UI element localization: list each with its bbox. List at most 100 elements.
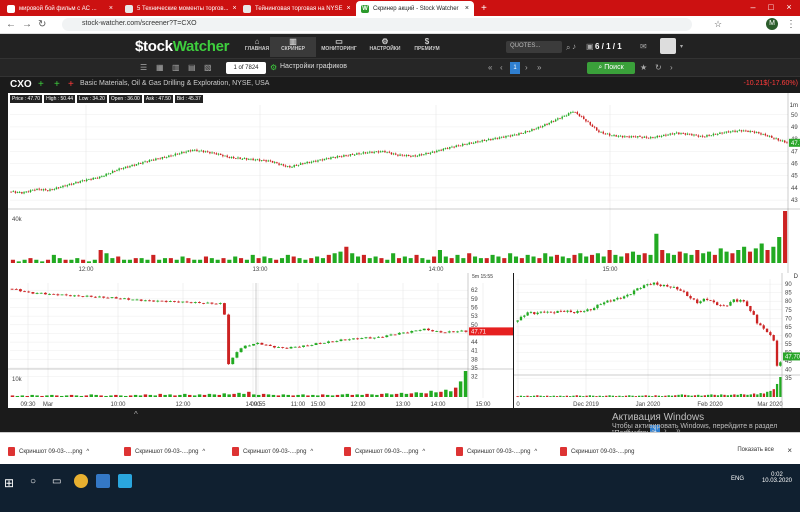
search-icon[interactable]: ⌕ — [566, 43, 570, 53]
browser-tab-3[interactable]: Тейнинговая торговая на NYSE × — [238, 1, 354, 16]
chrome-icon[interactable] — [74, 474, 88, 488]
candle-body — [137, 163, 140, 165]
mail-icon[interactable]: ✉ — [640, 42, 647, 51]
candle-body — [338, 156, 341, 157]
layout-icon[interactable]: ▧ — [204, 63, 212, 72]
volume-bar — [641, 395, 644, 397]
close-icon[interactable]: × — [347, 5, 351, 12]
next-page-icon[interactable]: › — [525, 63, 528, 72]
volume-bar — [765, 250, 770, 263]
search-icon[interactable]: ○ — [30, 476, 36, 487]
grid-view-icon[interactable]: ▦ — [156, 63, 164, 72]
volume-bar — [16, 261, 21, 263]
add-portfolio-icon[interactable]: + — [38, 79, 44, 90]
user-avatar[interactable] — [660, 38, 676, 54]
add-alert-icon[interactable]: + — [68, 79, 74, 90]
candle-body — [373, 151, 375, 153]
chart-daily-svg[interactable]: 3540455055606570758085900Dec 2019Jan 202… — [514, 273, 800, 408]
candle-body — [591, 124, 594, 127]
quotes-search-input[interactable]: QUOTES... — [506, 41, 562, 53]
add-watchlist-icon[interactable]: + — [54, 79, 60, 90]
chart-5m-svg[interactable]: 323538414447505356596209:30Mar10:0012:00… — [8, 273, 513, 408]
download-item[interactable]: Скриншот 09-03-....png ^ — [232, 447, 313, 456]
candle-body — [695, 134, 697, 136]
candle-body — [569, 310, 573, 313]
download-item[interactable]: Скриншот 09-03-....png ^ — [344, 447, 425, 456]
app-icon[interactable] — [118, 474, 132, 488]
candle-body — [191, 150, 194, 152]
window-close-icon[interactable]: × — [782, 2, 796, 12]
chart-5m-panel[interactable]: 5m 15:55 323538414447505356596209:30Mar1… — [8, 273, 513, 408]
taskbar-clock[interactable]: 0:02 10.03.2020 — [762, 472, 792, 484]
star-icon[interactable]: ★ — [640, 63, 647, 72]
close-icon[interactable]: × — [109, 5, 113, 12]
candle-body — [375, 151, 378, 153]
settings-gear-icon[interactable]: ⚙ — [270, 63, 277, 72]
chart-view-icon[interactable]: ▥ — [172, 63, 180, 72]
list-view-icon[interactable]: ☰ — [140, 63, 147, 72]
maximize-icon[interactable]: □ — [764, 2, 778, 12]
menu-screener[interactable]: ▥ СКРИНЕР — [270, 37, 316, 57]
chart-1m-svg[interactable]: 434445464748495012:0013:0014:0015:0040k4… — [8, 93, 800, 273]
url-field[interactable]: stock-watcher.com/screener?T=CXO — [62, 18, 692, 31]
minimize-icon[interactable]: – — [746, 2, 760, 12]
close-icon[interactable]: × — [787, 446, 792, 455]
download-item[interactable]: Скриншот 09-03-....png ^ — [8, 447, 89, 456]
candle-body — [142, 162, 144, 164]
candle-body — [546, 124, 548, 125]
volume-bar — [163, 394, 167, 397]
close-icon[interactable]: × — [465, 5, 469, 12]
browser-tab-active[interactable]: W Скринер акций - Stock Watcher × — [356, 1, 474, 16]
window-icon[interactable]: ▣ — [586, 42, 594, 51]
volume-bar — [63, 259, 68, 263]
candle-body — [336, 156, 339, 158]
current-page-number[interactable]: 1 — [510, 62, 520, 74]
close-icon[interactable]: × — [233, 5, 236, 12]
candle-body — [426, 328, 430, 331]
bell-icon[interactable]: ♪ — [572, 42, 576, 51]
stockwatcher-logo[interactable]: $tockWatcher — [135, 38, 230, 55]
star-bookmark-icon[interactable]: ☆ — [714, 19, 722, 30]
browser-tab-2[interactable]: 5 Технические моменты торгов... × — [120, 1, 236, 16]
windows-start-icon[interactable]: ⊞ — [4, 476, 14, 490]
prev-page-icon[interactable]: ‹ — [500, 63, 503, 72]
candle-body — [157, 158, 159, 160]
browser-menu-icon[interactable]: ⋮ — [786, 19, 796, 30]
profile-avatar-icon[interactable]: M — [766, 18, 778, 30]
volume-bar — [584, 256, 589, 263]
chevron-down-icon[interactable]: ▾ — [680, 43, 683, 50]
first-page-icon[interactable]: « — [488, 63, 492, 72]
bars-view-icon[interactable]: ▤ — [188, 63, 196, 72]
chart-daily-panel[interactable]: D 3540455055606570758085900Dec 2019Jan 2… — [514, 273, 800, 408]
download-item[interactable]: Скриншот 09-03-....png ^ — [456, 447, 537, 456]
task-view-icon[interactable]: ▭ — [52, 476, 61, 487]
refresh-icon[interactable]: ↻ — [655, 63, 662, 72]
search-button[interactable]: ⌕ Поиск — [587, 62, 635, 74]
y-tick-label: 65 — [785, 325, 792, 331]
volume-bar — [380, 393, 384, 397]
reload-icon[interactable]: ↻ — [38, 19, 46, 30]
show-all-downloads-button[interactable]: Показать все — [737, 447, 774, 453]
next-ticker-icon[interactable]: › — [670, 63, 673, 72]
chart-settings-button[interactable]: Настройки графиков — [280, 63, 347, 70]
volume-bar — [30, 394, 34, 397]
input-language[interactable]: ENG — [731, 476, 744, 482]
menu-monitoring[interactable]: ▭ МОНИТОРИНГ — [316, 37, 362, 57]
back-arrow-icon[interactable]: ← — [6, 19, 16, 30]
chart-1m-panel[interactable]: Price : 47.70 High : 50.44 Low : 34.20 O… — [8, 93, 800, 273]
candle-body — [399, 154, 401, 156]
last-page-icon[interactable]: » — [537, 63, 541, 72]
new-tab-button[interactable]: + — [476, 1, 490, 16]
volume-bar — [683, 394, 687, 397]
download-item[interactable]: Скриншот 09-03-....png ^ — [124, 447, 205, 456]
chevron-up-icon[interactable]: ^ — [134, 410, 138, 419]
file-explorer-icon[interactable] — [96, 474, 110, 488]
browser-tab-1[interactable]: мировой бой фильм с АС ... × — [2, 1, 118, 16]
forward-arrow-icon[interactable]: → — [22, 19, 32, 30]
menu-premium[interactable]: $ ПРЕМИУМ — [404, 37, 450, 57]
candle-body — [654, 137, 656, 139]
download-item[interactable]: Скриншот 09-03-....png — [560, 447, 660, 456]
menu-settings[interactable]: ⚙ НАСТРОЙКИ — [362, 37, 408, 57]
candle-body — [315, 160, 317, 162]
candle-body — [18, 192, 21, 193]
